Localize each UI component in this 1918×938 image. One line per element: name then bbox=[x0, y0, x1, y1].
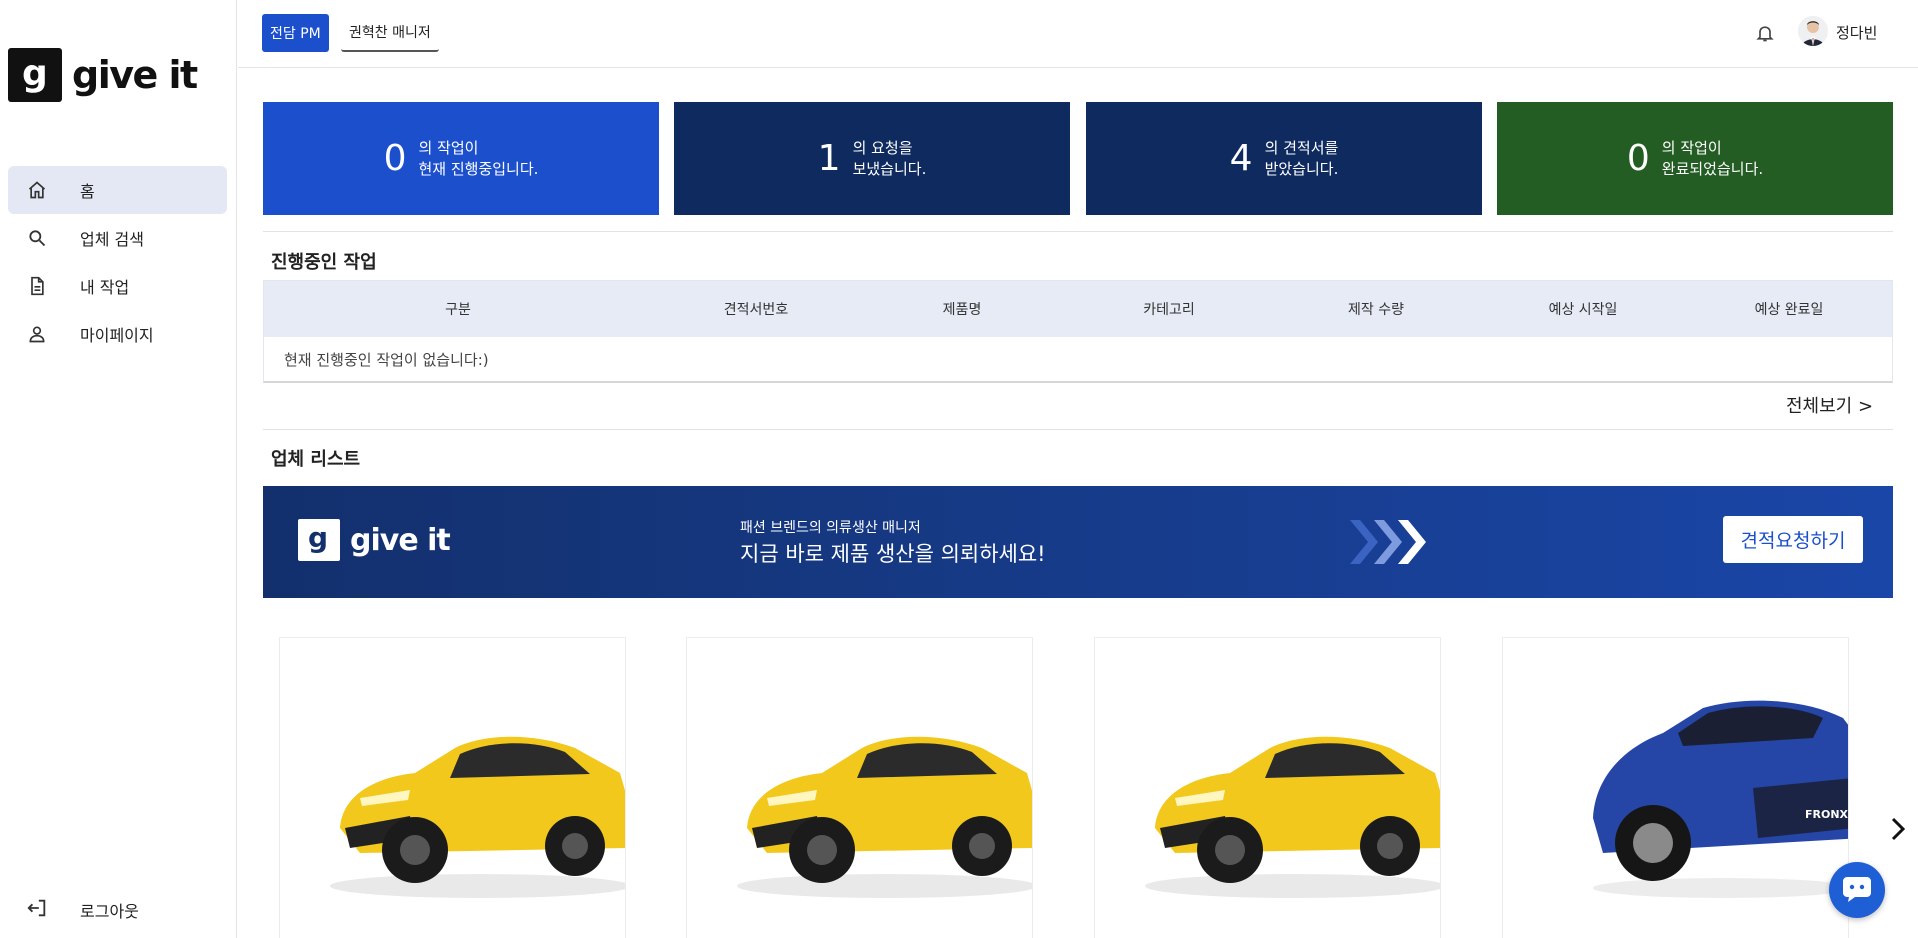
stat-number: 0 bbox=[383, 138, 407, 179]
username[interactable]: 정다빈 bbox=[1836, 22, 1877, 43]
stat-text: 의 견적서를 받았습니다. bbox=[1264, 138, 1339, 178]
stat-card-in-progress[interactable]: 0 의 작업이 현재 진행중입니다. bbox=[263, 102, 659, 215]
vendor-card[interactable] bbox=[279, 637, 626, 938]
column-header: 제작 수량 bbox=[1348, 302, 1404, 318]
chat-button[interactable] bbox=[1829, 862, 1885, 918]
vendor-card[interactable]: FRONX bbox=[1502, 637, 1849, 938]
sidebar-item-label: 마이페이지 bbox=[80, 326, 154, 345]
vendor-card[interactable] bbox=[686, 637, 1033, 938]
sidebar: g give it 홈 업체 검색 내 작업 마이페이지 로그아웃 bbox=[0, 0, 237, 938]
column-header: 제품명 bbox=[942, 302, 982, 318]
divider bbox=[263, 231, 1893, 232]
triple-chevron-icon bbox=[1346, 516, 1432, 572]
yellow-suv-image bbox=[1135, 678, 1440, 912]
blue-suv-image: FRONX bbox=[1583, 678, 1849, 912]
stat-number: 0 bbox=[1626, 138, 1650, 179]
stat-card-completed[interactable]: 0 의 작업이 완료되었습니다. bbox=[1497, 102, 1893, 215]
search-icon bbox=[26, 227, 48, 249]
yellow-suv-image bbox=[320, 678, 625, 912]
manager-tab[interactable]: 권혁찬 매니저 bbox=[341, 14, 439, 52]
table-header: 구분 견적서번호 제품명 카테고리 제작 수량 예상 시작일 예상 완료일 bbox=[264, 281, 1892, 337]
stat-number: 4 bbox=[1229, 138, 1253, 179]
sidebar-item-label: 내 작업 bbox=[80, 278, 130, 297]
promo-banner: g give it 패션 브렌드의 의류생산 매니저 지금 바로 제품 생산을 … bbox=[263, 486, 1893, 598]
brand-logo[interactable]: g give it bbox=[8, 48, 198, 102]
sidebar-item-vendor-search[interactable]: 업체 검색 bbox=[8, 214, 227, 262]
banner-subtitle: 패션 브렌드의 의류생산 매니저 bbox=[740, 520, 921, 536]
logout-icon bbox=[26, 897, 48, 923]
banner-logo-text: give it bbox=[350, 522, 451, 558]
sidebar-item-label: 업체 검색 bbox=[80, 230, 144, 249]
stat-card-quotes[interactable]: 4 의 견적서를 받았습니다. bbox=[1086, 102, 1482, 215]
logout-button[interactable]: 로그아웃 bbox=[8, 886, 227, 934]
vendor-card[interactable] bbox=[1094, 637, 1441, 938]
person-icon bbox=[26, 323, 48, 345]
top-header: 전담 PM 권혁찬 매니저 정다빈 bbox=[238, 0, 1918, 68]
logout-label: 로그아웃 bbox=[80, 902, 139, 921]
view-all-link[interactable]: 전체보기 > bbox=[1786, 392, 1873, 418]
sidebar-item-label: 홈 bbox=[80, 182, 95, 201]
column-header: 구분 bbox=[445, 302, 471, 318]
divider bbox=[263, 429, 1893, 430]
avatar[interactable] bbox=[1798, 16, 1828, 46]
sidebar-item-home[interactable]: 홈 bbox=[8, 166, 227, 214]
logo-text: give it bbox=[72, 53, 198, 97]
bell-icon[interactable] bbox=[1755, 22, 1775, 48]
svg-text:FRONX: FRONX bbox=[1805, 808, 1849, 821]
in-progress-title: 진행중인 작업 bbox=[271, 252, 377, 273]
request-quote-button[interactable]: 견적요청하기 bbox=[1723, 516, 1863, 563]
document-icon bbox=[26, 275, 48, 297]
table-empty-row: 현재 진행중인 작업이 없습니다:) bbox=[284, 350, 489, 369]
stat-text: 의 작업이 현재 진행중입니다. bbox=[418, 138, 539, 178]
column-header: 카테고리 bbox=[1143, 302, 1195, 318]
column-header: 예상 시작일 bbox=[1548, 302, 1618, 318]
in-progress-table: 구분 견적서번호 제품명 카테고리 제작 수량 예상 시작일 예상 완료일 현재… bbox=[263, 280, 1893, 383]
column-header: 예상 완료일 bbox=[1754, 302, 1824, 318]
chevron-right-icon[interactable] bbox=[1888, 815, 1910, 847]
stat-text: 의 요청을 보냈습니다. bbox=[852, 138, 927, 178]
chat-icon bbox=[1841, 873, 1873, 907]
vendor-list-title: 업체 리스트 bbox=[271, 449, 361, 470]
logo-mark: g bbox=[8, 48, 62, 102]
column-header: 견적서번호 bbox=[723, 302, 789, 318]
sidebar-nav: 홈 업체 검색 내 작업 마이페이지 bbox=[8, 166, 227, 358]
stat-card-requests[interactable]: 1 의 요청을 보냈습니다. bbox=[674, 102, 1070, 215]
banner-headline: 지금 바로 제품 생산을 의뢰하세요! bbox=[740, 542, 1046, 566]
banner-logo: g give it bbox=[298, 519, 451, 561]
home-icon bbox=[26, 179, 48, 201]
yellow-suv-image bbox=[727, 678, 1032, 912]
pm-badge: 전담 PM bbox=[262, 14, 329, 52]
banner-logo-mark: g bbox=[298, 519, 340, 561]
stat-text: 의 작업이 완료되었습니다. bbox=[1661, 138, 1764, 178]
sidebar-item-my-work[interactable]: 내 작업 bbox=[8, 262, 227, 310]
stat-number: 1 bbox=[817, 138, 841, 179]
sidebar-item-mypage[interactable]: 마이페이지 bbox=[8, 310, 227, 358]
